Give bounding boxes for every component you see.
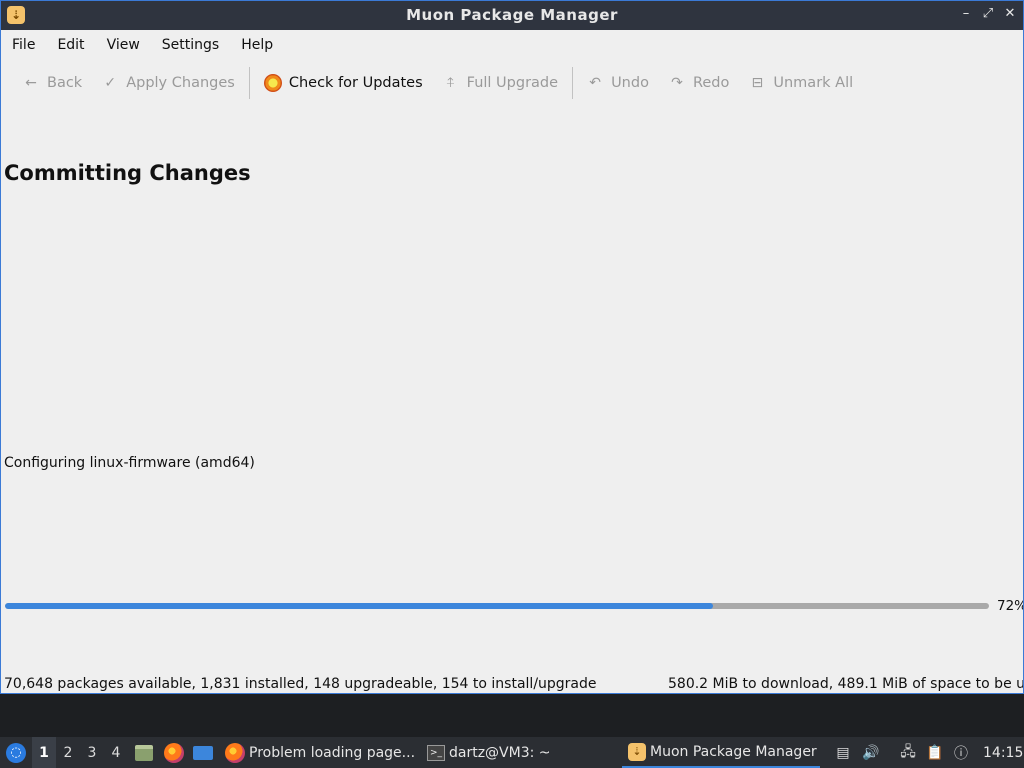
progress-percent: 72% bbox=[997, 598, 1023, 614]
lubuntu-logo-icon: ◌ bbox=[6, 742, 26, 763]
upgrade-arrow-icon: ⍏ bbox=[446, 75, 455, 91]
check-for-updates-button[interactable]: Check for Updates bbox=[254, 66, 433, 100]
back-label: Back bbox=[47, 75, 83, 91]
toolbar-separator bbox=[572, 67, 574, 99]
taskbar: ◌ 1 2 3 4 Problem loading page... >_ dar… bbox=[0, 737, 1024, 768]
terminal-icon: >_ bbox=[427, 744, 445, 761]
maximize-button[interactable]: ⤢ bbox=[981, 5, 995, 23]
menu-view[interactable]: View bbox=[96, 31, 151, 61]
workspace-3[interactable]: 3 bbox=[80, 737, 104, 768]
check-icon: ✓ bbox=[104, 75, 117, 91]
volume-icon: 🔊 bbox=[862, 744, 880, 761]
menu-help[interactable]: Help bbox=[230, 31, 284, 61]
redo-icon: ↷ bbox=[671, 75, 683, 91]
window-title: Muon Package Manager bbox=[406, 6, 618, 24]
check-for-updates-label: Check for Updates bbox=[288, 75, 423, 91]
full-upgrade-button[interactable]: ⍏ Full Upgrade bbox=[433, 66, 568, 100]
undo-label: Undo bbox=[611, 75, 649, 91]
network-tray[interactable]: 🖧 bbox=[900, 737, 916, 768]
task-muon-label: Muon Package Manager bbox=[650, 743, 817, 760]
toolbar: ← Back ✓ Apply Changes Check for Updates… bbox=[13, 65, 863, 101]
storage-tray[interactable]: ▤ bbox=[835, 737, 851, 768]
task-terminal[interactable]: >_ dartz@VM3: ~ bbox=[427, 737, 551, 768]
apply-changes-button[interactable]: ✓ Apply Changes bbox=[92, 66, 245, 100]
task-terminal-label: dartz@VM3: ~ bbox=[449, 744, 551, 761]
file-manager-launcher[interactable] bbox=[135, 737, 153, 768]
volume-tray[interactable]: 🔊 bbox=[862, 737, 880, 768]
package-stats: 70,648 packages available, 1,831 install… bbox=[4, 676, 597, 692]
unmark-all-button[interactable]: ⊟ Unmark All bbox=[739, 66, 863, 100]
redo-button[interactable]: ↷ Redo bbox=[659, 66, 739, 100]
drive-icon: ▤ bbox=[836, 744, 850, 761]
update-notifier-icon: ⓘ bbox=[954, 745, 968, 762]
task-muon[interactable]: ⇣ Muon Package Manager bbox=[622, 737, 820, 768]
clipboard-icon: 📋 bbox=[926, 744, 944, 761]
undo-button[interactable]: ↶ Undo bbox=[577, 66, 659, 100]
redo-label: Redo bbox=[692, 75, 730, 91]
minimize-button[interactable]: – bbox=[959, 5, 973, 23]
refresh-updates-icon bbox=[263, 74, 282, 92]
menu-edit[interactable]: Edit bbox=[46, 31, 95, 61]
progress-bar bbox=[5, 603, 989, 609]
menu-settings[interactable]: Settings bbox=[151, 31, 230, 61]
muon-app-icon: ⇣ bbox=[628, 742, 646, 761]
firefox-icon bbox=[225, 742, 245, 763]
unmark-icon: ⊟ bbox=[751, 75, 764, 91]
start-menu-button[interactable]: ◌ bbox=[6, 737, 26, 768]
updates-tray[interactable]: ⓘ bbox=[953, 737, 969, 768]
close-button[interactable]: ✕ bbox=[1003, 5, 1017, 23]
apply-changes-label: Apply Changes bbox=[126, 75, 235, 91]
progress-status-text: Configuring linux-firmware (amd64) bbox=[4, 455, 255, 471]
progress-bar-fill bbox=[5, 603, 714, 609]
show-desktop-button[interactable] bbox=[193, 737, 213, 768]
clipboard-tray[interactable]: 📋 bbox=[926, 737, 944, 768]
undo-icon: ↶ bbox=[589, 75, 601, 91]
firefox-launcher[interactable] bbox=[164, 737, 184, 768]
back-button[interactable]: ← Back bbox=[13, 66, 92, 100]
menu-file[interactable]: File bbox=[1, 31, 46, 61]
desktop-icon bbox=[193, 745, 213, 760]
menu-bar: File Edit View Settings Help bbox=[1, 31, 284, 61]
clock[interactable]: 14:15 bbox=[983, 737, 1023, 768]
workspace-4[interactable]: 4 bbox=[104, 737, 128, 768]
muon-window: ⇣ Muon Package Manager – ⤢ ✕ File Edit V… bbox=[0, 0, 1024, 694]
network-icon: 🖧 bbox=[900, 743, 916, 760]
download-size-stats: 580.2 MiB to download, 489.1 MiB of spac… bbox=[668, 676, 1024, 692]
full-upgrade-label: Full Upgrade bbox=[466, 75, 559, 91]
unmark-all-label: Unmark All bbox=[773, 75, 854, 91]
page-title: Committing Changes bbox=[4, 161, 251, 185]
workspace-2[interactable]: 2 bbox=[56, 737, 80, 768]
toolbar-separator bbox=[248, 67, 250, 99]
file-manager-icon bbox=[135, 744, 153, 761]
firefox-icon bbox=[164, 742, 184, 763]
title-bar[interactable]: ⇣ Muon Package Manager – ⤢ ✕ bbox=[1, 1, 1023, 30]
task-firefox[interactable]: Problem loading page... bbox=[225, 737, 415, 768]
workspace-1[interactable]: 1 bbox=[32, 737, 56, 768]
task-firefox-label: Problem loading page... bbox=[249, 744, 416, 761]
arrow-left-icon: ← bbox=[25, 75, 37, 91]
